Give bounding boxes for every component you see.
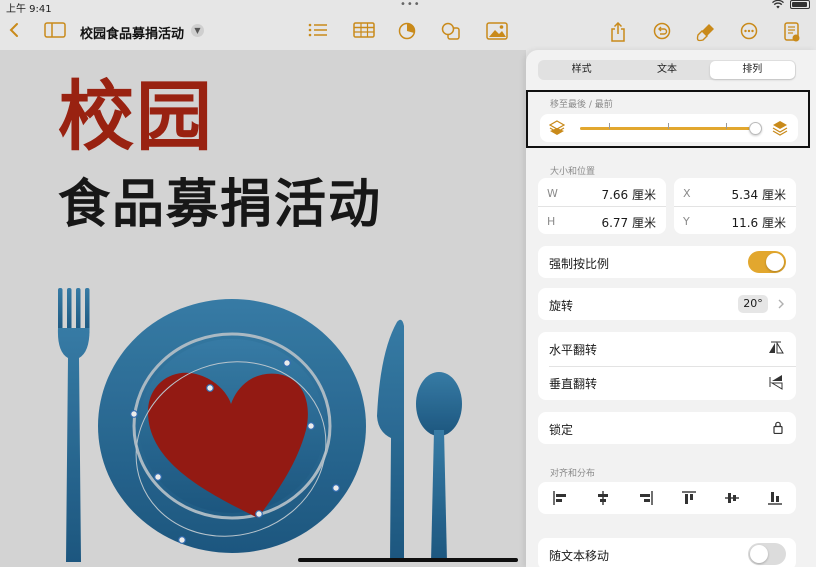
position-card: X 5.34 厘米 Y 11.6 厘米 <box>674 178 796 234</box>
headline-food-drive[interactable]: 食品募捐活动 <box>58 172 382 238</box>
multitasking-dots[interactable]: ••• <box>400 0 421 10</box>
lock-row[interactable]: 锁定 <box>538 412 796 444</box>
layer-order-section: 移至最後 / 最前 <box>526 90 810 148</box>
y-label: Y <box>683 215 690 228</box>
move-with-text-toggle[interactable] <box>748 543 786 565</box>
inspector-tabs: 样式 文本 排列 <box>538 60 796 80</box>
lock-label: 锁定 <box>549 423 574 437</box>
flip-card: 水平翻转 垂直翻转 <box>538 332 796 400</box>
align-right-icon[interactable] <box>638 490 654 506</box>
status-right <box>772 0 810 9</box>
flip-vertical-label[interactable]: 垂直翻转 <box>549 375 597 392</box>
document-icon[interactable] <box>784 22 800 47</box>
shape-icon[interactable] <box>441 22 461 45</box>
x-label: X <box>683 187 691 200</box>
status-bar: 上午 9:41 ••• <box>0 0 816 15</box>
inspector-panel: 样式 文本 排列 移至最後 / 最前 大小和位置 W 7.66 厘米 H 6.7… <box>526 50 816 567</box>
headline-campus[interactable]: 校园 <box>58 72 214 162</box>
align-label: 对齐和分布 <box>550 469 596 479</box>
size-position-label: 大小和位置 <box>550 167 596 177</box>
width-label: W <box>547 187 558 200</box>
toolbar: 校园食品募捐活动 ▼ <box>0 14 816 50</box>
status-time: 上午 9:41 <box>6 4 52 15</box>
send-to-back-icon[interactable] <box>549 120 565 136</box>
bring-to-front-icon[interactable] <box>772 120 788 136</box>
sidebar-icon[interactable] <box>44 22 66 43</box>
height-value[interactable]: 6.77 厘米 <box>601 214 656 231</box>
width-value[interactable]: 7.66 厘米 <box>601 186 656 203</box>
media-icon[interactable] <box>486 22 508 45</box>
slider-tick <box>609 123 610 129</box>
rotate-label: 旋转 <box>549 299 574 313</box>
x-value[interactable]: 5.34 厘米 <box>731 186 786 203</box>
constrain-row: 强制按比例 <box>538 246 796 278</box>
align-top-icon[interactable] <box>681 490 697 506</box>
tab-style[interactable]: 样式 <box>539 61 624 79</box>
slider-tick <box>668 123 669 129</box>
constrain-toggle[interactable] <box>748 251 786 273</box>
rotate-row[interactable]: 旋转 20° <box>538 288 796 320</box>
align-left-icon[interactable] <box>552 490 568 506</box>
more-icon[interactable] <box>740 22 758 45</box>
divider <box>538 206 666 207</box>
chart-icon[interactable] <box>398 22 416 45</box>
toggle-knob <box>766 253 784 271</box>
knife-icon <box>377 319 404 562</box>
tab-text[interactable]: 文本 <box>624 61 709 79</box>
battery-icon <box>790 0 810 9</box>
chevron-right-icon <box>778 299 784 309</box>
layer-order-slider-knob[interactable] <box>749 122 762 135</box>
share-icon[interactable] <box>610 21 626 47</box>
layer-order-card <box>540 114 798 142</box>
back-chevron-icon[interactable] <box>8 22 20 43</box>
layer-order-label: 移至最後 / 最前 <box>550 100 613 110</box>
align-buttons <box>538 483 796 513</box>
tab-arrange[interactable]: 排列 <box>709 61 795 79</box>
flip-horizontal-label[interactable]: 水平翻转 <box>549 341 597 358</box>
height-label: H <box>547 215 556 228</box>
divider <box>674 206 796 207</box>
wifi-icon <box>772 0 784 9</box>
align-middle-icon[interactable] <box>724 490 740 506</box>
rotate-value[interactable]: 20° <box>738 295 768 313</box>
constrain-label: 强制按比例 <box>549 257 610 271</box>
size-card: W 7.66 厘米 H 6.77 厘米 <box>538 178 666 234</box>
align-card <box>538 482 796 514</box>
list-icon[interactable] <box>308 22 328 43</box>
home-indicator[interactable] <box>298 558 518 562</box>
align-bottom-icon[interactable] <box>767 490 783 506</box>
plate-illustration[interactable] <box>50 266 470 566</box>
table-icon[interactable] <box>353 22 375 43</box>
flip-horizontal-icon[interactable] <box>768 340 784 356</box>
divider <box>549 366 796 367</box>
flip-vertical-icon[interactable] <box>768 374 784 390</box>
undo-icon[interactable] <box>653 22 671 45</box>
fork-icon <box>57 288 90 562</box>
lock-icon <box>773 421 783 434</box>
document-title[interactable]: 校园食品募捐活动 <box>80 23 184 42</box>
toggle-knob <box>750 545 768 563</box>
spoon-icon <box>416 372 462 562</box>
align-center-icon[interactable] <box>595 490 611 506</box>
layer-order-slider[interactable] <box>580 122 762 135</box>
chevron-down-icon[interactable]: ▼ <box>191 24 204 37</box>
move-with-text-label: 随文本移动 <box>549 549 610 563</box>
slider-tick <box>726 123 727 129</box>
document-canvas[interactable]: 校园 食品募捐活动 <box>0 50 526 567</box>
y-value[interactable]: 11.6 厘米 <box>731 214 786 231</box>
format-brush-icon[interactable] <box>696 22 716 47</box>
move-with-text-row: 随文本移动 <box>538 538 796 567</box>
